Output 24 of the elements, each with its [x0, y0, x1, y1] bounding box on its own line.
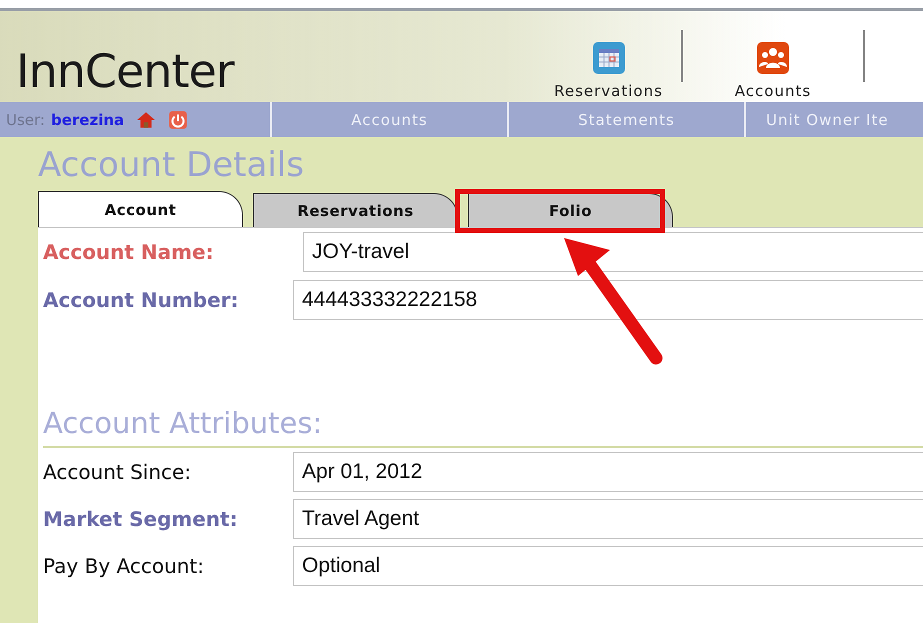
- input-field[interactable]: 444433332222158: [293, 280, 923, 320]
- input-field[interactable]: Optional: [293, 546, 923, 586]
- field-label: Account Name:: [43, 240, 215, 264]
- home-icon[interactable]: [136, 110, 156, 130]
- power-icon[interactable]: [168, 110, 188, 130]
- toolbar-button[interactable]: Accounts: [683, 40, 863, 102]
- user-name-link[interactable]: berezina: [50, 110, 124, 128]
- user-label: User:: [6, 110, 45, 128]
- page-title: Account Details: [38, 144, 305, 187]
- section-title: Account Attributes:: [43, 324, 923, 448]
- calendar-icon: [590, 40, 626, 76]
- field-label: Account Since:: [43, 460, 192, 484]
- field-label: Account Number:: [43, 288, 240, 312]
- field-label: Market Segment:: [43, 506, 239, 530]
- logo: InnCenter: [15, 44, 236, 100]
- input-field[interactable]: JOY-travel: [303, 232, 923, 272]
- toolbar-button[interactable]: Reservations: [536, 40, 681, 102]
- tab[interactable]: Folio: [468, 193, 673, 227]
- field-label: Pay By Account:: [43, 554, 206, 578]
- tab[interactable]: Account: [38, 191, 243, 227]
- input-field[interactable]: Travel Agent: [293, 498, 923, 538]
- people-icon: [755, 40, 791, 76]
- tab[interactable]: Reservations: [253, 193, 458, 227]
- input-field[interactable]: Apr 01, 2012: [293, 452, 923, 492]
